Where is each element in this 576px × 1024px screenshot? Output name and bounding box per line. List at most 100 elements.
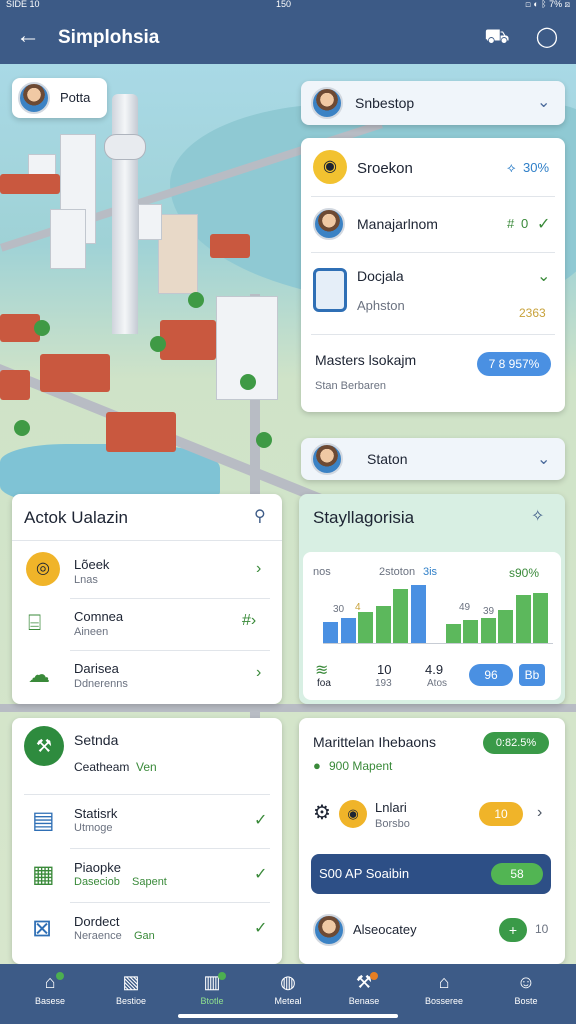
list-item-title: Comnea (74, 609, 124, 624)
divider (70, 598, 270, 599)
stat-sub: 193 (375, 678, 392, 689)
nav-item-benase[interactable]: ⚒ Benase (332, 970, 396, 1006)
notes-icon: ▦ (32, 861, 55, 888)
list-item-title: Dordect (74, 914, 120, 929)
divider (24, 794, 270, 795)
chevron-down-icon[interactable]: ⌄ (537, 266, 550, 286)
station-label: Staton (367, 451, 408, 467)
map-building (138, 204, 162, 240)
chevron-right-icon: › (256, 664, 262, 681)
station-dropdown[interactable]: Staton ⌄ (301, 438, 565, 480)
list-item-title: Piaopke (74, 860, 121, 875)
list-item-sub: Daseciob (74, 876, 120, 888)
divider (311, 252, 555, 253)
nav-item-boste[interactable]: ☺ Boste (494, 970, 558, 1006)
list-item-value: 10 (535, 922, 549, 936)
map-roof (0, 370, 30, 400)
avatar (313, 208, 345, 240)
gauge-icon: ◍ (280, 972, 296, 992)
search-icon[interactable]: ⚲ (254, 506, 266, 526)
nav-label: Bosseree (424, 996, 464, 1006)
status-time: 150 (276, 0, 292, 9)
nav-item-meteal[interactable]: ◍ Meteal (256, 970, 320, 1006)
add-button[interactable]: + (499, 918, 527, 942)
summary-footer-title: Masters lsokajm (315, 352, 417, 368)
location-icon: ● (313, 758, 321, 773)
divider (311, 196, 555, 197)
user-icon[interactable]: ◯ (534, 24, 560, 50)
toggle-switch[interactable]: 58 (491, 863, 543, 885)
map-roof (40, 354, 110, 392)
avatar (311, 87, 343, 119)
nav-item-bestioe[interactable]: ▧ Bestioe (99, 970, 163, 1006)
hash-icon: # (507, 216, 515, 231)
map-tree (34, 320, 50, 336)
map-roof (160, 320, 216, 360)
list-item-title: Lõeek (74, 557, 110, 572)
check-icon: ✓ (254, 920, 268, 937)
nav-label: Basese (34, 996, 66, 1006)
settings-card: ⚒ Setnda Ceatheam Ven ▤ Statisrk Utmoge … (12, 718, 282, 964)
chart-bar (445, 624, 461, 643)
chart-label: 3is (423, 566, 438, 578)
status-left: SIDE 10 (6, 0, 40, 9)
chart-button[interactable]: Bb (519, 664, 545, 686)
nav-label: Btotle (200, 996, 224, 1006)
summary-row-title: Docjala (357, 268, 404, 284)
chevron-down-icon: ⌄ (537, 451, 551, 468)
map-tower (112, 94, 138, 334)
progress-bar[interactable]: S00 AP Soaibin 58 (311, 854, 551, 894)
signal-icon: ≋ (315, 662, 329, 679)
settings-icon[interactable]: ✧ (531, 506, 544, 526)
nav-item-bosseree[interactable]: ⌂ Bosseree (412, 970, 476, 1006)
coins-icon: ◉ (313, 150, 347, 184)
map-roof (210, 234, 250, 258)
list-item-sub-accent: Sapent (132, 876, 167, 888)
divider (12, 540, 282, 541)
chart-label: 2stoton (379, 566, 416, 578)
card-sub: 900 Mapent (329, 759, 393, 773)
chart-button[interactable]: 96 (469, 664, 513, 686)
trend-icon: ⟡ (507, 160, 516, 175)
profile-icon: ☺ (516, 972, 536, 992)
chevron-right-icon: › (537, 804, 543, 821)
nav-label: Benase (348, 996, 380, 1006)
list-item-sub: Lnas (74, 574, 98, 586)
check-icon: ✓ (254, 812, 268, 829)
maintenance-card: Marittelan Ihebaons 0:82.5% ● 900 Mapent… (299, 718, 565, 964)
list-item-sub: Ddnerenns (74, 678, 128, 690)
list-item-sub: Utmoge (74, 822, 113, 834)
chart-bar (393, 589, 408, 643)
stat-value: 10 (377, 662, 392, 677)
status-bar: SIDE 10 150 ⊡ ◐ ᛒ 7% ⊠ (0, 0, 576, 10)
chart-bar (515, 595, 531, 643)
map-roof (106, 412, 176, 452)
back-arrow-icon[interactable]: ← (16, 23, 42, 49)
edit-icon: ⊠ (32, 915, 53, 942)
card-title: Marittelan Ihebaons (313, 734, 436, 750)
card-sub-accent: Ven (136, 760, 157, 774)
coin-icon: ◉ (339, 800, 367, 828)
chart-bar (340, 618, 356, 643)
nav-item-btotle[interactable]: ▥ Btotle (180, 970, 244, 1006)
page-title: Simplohsia (58, 27, 160, 48)
chart-bar (533, 593, 548, 643)
home-icon: ⌂ (44, 972, 56, 992)
chart-icon: ▥ (203, 972, 221, 992)
summary-footer-pill[interactable]: 7 8 957% (477, 352, 551, 376)
map-building (158, 214, 198, 294)
progress-pill: 0:82.5% (483, 732, 549, 754)
chevron-right-icon: › (256, 560, 262, 577)
map-location-chip[interactable]: Potta (12, 78, 107, 118)
map-tree (240, 374, 256, 390)
profile-dropdown[interactable]: Snbestop ⌄ (301, 81, 565, 125)
nav-label: Bestioe (115, 996, 147, 1006)
status-right: ⊡ ◐ ᛒ 7% ⊠ (525, 0, 570, 9)
chart-bar (498, 609, 513, 643)
car-icon[interactable]: ⛟ (484, 24, 510, 50)
stat-sub: Atos (427, 678, 448, 689)
nav-item-basese[interactable]: ⌂ Basese (18, 970, 82, 1006)
list-item-sub: Borsbo (375, 818, 410, 830)
progress-bar-label: S00 AP Soaibin (319, 866, 410, 881)
summary-row-title: Sroekon (357, 160, 413, 177)
